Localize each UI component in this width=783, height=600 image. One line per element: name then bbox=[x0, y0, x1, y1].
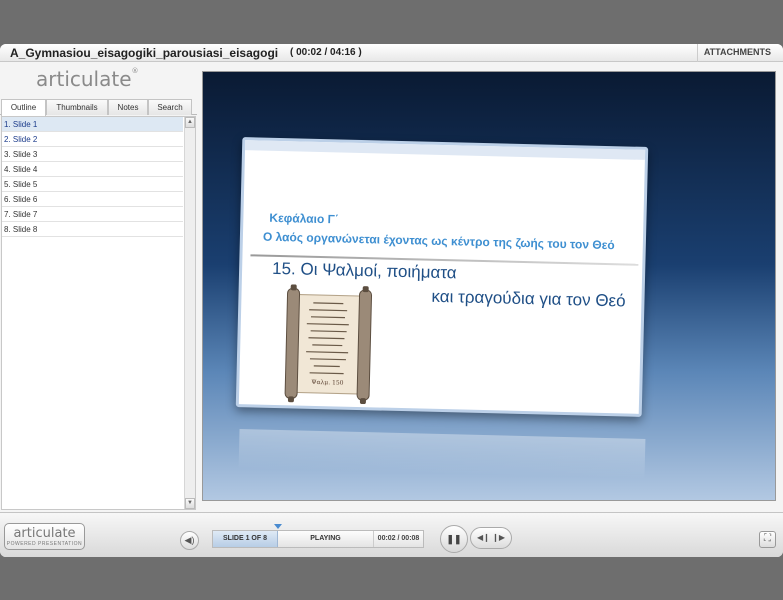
pause-icon[interactable]: ❚❚ bbox=[440, 525, 468, 553]
articulate-logo: articulate® bbox=[36, 67, 139, 91]
slide-time: 00:02 / 00:08 bbox=[373, 531, 423, 547]
player-window: A_Gymnasiou_eisagogiki_parousiasi_eisago… bbox=[0, 44, 783, 557]
outline-item-slide-6[interactable]: 6. Slide 6 bbox=[2, 192, 183, 207]
title-bar: A_Gymnasiou_eisagogiki_parousiasi_eisago… bbox=[0, 44, 783, 62]
elapsed-time: ( 00:02 / 04:16 ) bbox=[290, 47, 362, 58]
parchment-scroll-image: Ψαλμ. 150 bbox=[284, 284, 373, 405]
outline-item-slide-3[interactable]: 3. Slide 3 bbox=[2, 147, 183, 162]
chapter-title: Κεφάλαιο Γ΄ bbox=[269, 210, 339, 227]
brand-name: articulate bbox=[13, 526, 76, 541]
playhead-marker-icon[interactable] bbox=[274, 524, 282, 529]
tab-notes[interactable]: Notes bbox=[108, 99, 148, 115]
prev-next-buttons[interactable]: ◀❙ ❙▶ bbox=[470, 527, 512, 549]
sidebar-tabs: Outline Thumbnails Notes Search bbox=[0, 99, 197, 116]
outline-list: 1. Slide 1 2. Slide 2 3. Slide 3 4. Slid… bbox=[1, 116, 196, 510]
scroll-up-arrow-icon[interactable]: ▲ bbox=[185, 117, 195, 128]
brand-tagline: POWERED PRESENTATION bbox=[6, 541, 83, 547]
slide-stage: Κεφάλαιο Γ΄ Ο λαός οργανώνεται έχοντας ω… bbox=[202, 71, 776, 501]
tab-outline[interactable]: Outline bbox=[1, 99, 46, 116]
tab-search[interactable]: Search bbox=[148, 99, 192, 115]
outline-item-slide-1[interactable]: 1. Slide 1 bbox=[2, 117, 183, 132]
sidebar: articulate® Outline Thumbnails Notes Sea… bbox=[0, 63, 197, 511]
articulate-brand-badge[interactable]: articulate POWERED PRESENTATION bbox=[4, 523, 85, 550]
slide-card: Κεφάλαιο Γ΄ Ο λαός οργανώνεται έχοντας ω… bbox=[235, 137, 649, 417]
tab-thumbnails[interactable]: Thumbnails bbox=[46, 99, 108, 115]
progress-bar[interactable]: SLIDE 1 OF 8 PLAYING 00:02 / 00:08 bbox=[212, 530, 424, 548]
next-icon[interactable]: ❙▶ bbox=[492, 533, 505, 542]
outline-item-slide-2[interactable]: 2. Slide 2 bbox=[2, 132, 183, 147]
slide-reflection bbox=[238, 429, 646, 479]
card-top-band bbox=[245, 140, 646, 160]
course-title: A_Gymnasiou_eisagogiki_parousiasi_eisago… bbox=[10, 46, 279, 60]
fullscreen-icon[interactable]: ⛶ bbox=[759, 531, 776, 548]
outline-item-slide-4[interactable]: 4. Slide 4 bbox=[2, 162, 183, 177]
lesson-heading-line-2: και τραγούδια για τον Θεό bbox=[431, 286, 626, 311]
outline-scrollbar[interactable]: ▲ ▼ bbox=[184, 117, 195, 509]
scroll-down-arrow-icon[interactable]: ▼ bbox=[185, 498, 195, 509]
chapter-subtitle: Ο λαός οργανώνεται έχοντας ως κέντρο της… bbox=[262, 229, 615, 253]
previous-icon[interactable]: ◀❙ bbox=[477, 533, 490, 542]
volume-icon[interactable]: ◀) bbox=[180, 531, 199, 550]
outline-item-slide-5[interactable]: 5. Slide 5 bbox=[2, 177, 183, 192]
outline-item-slide-7[interactable]: 7. Slide 7 bbox=[2, 207, 183, 222]
slide-counter: SLIDE 1 OF 8 bbox=[213, 531, 278, 547]
scroll-footer: Ψαλμ. 150 bbox=[311, 379, 344, 387]
outline-item-slide-8[interactable]: 8. Slide 8 bbox=[2, 222, 183, 237]
lesson-heading-line-1: 15. Οι Ψαλμοί, ποιήματα bbox=[271, 258, 457, 283]
playback-status: PLAYING bbox=[310, 535, 341, 542]
attachments-button[interactable]: ATTACHMENTS bbox=[696, 44, 783, 62]
control-bar: articulate POWERED PRESENTATION ◀) SLIDE… bbox=[0, 512, 783, 557]
